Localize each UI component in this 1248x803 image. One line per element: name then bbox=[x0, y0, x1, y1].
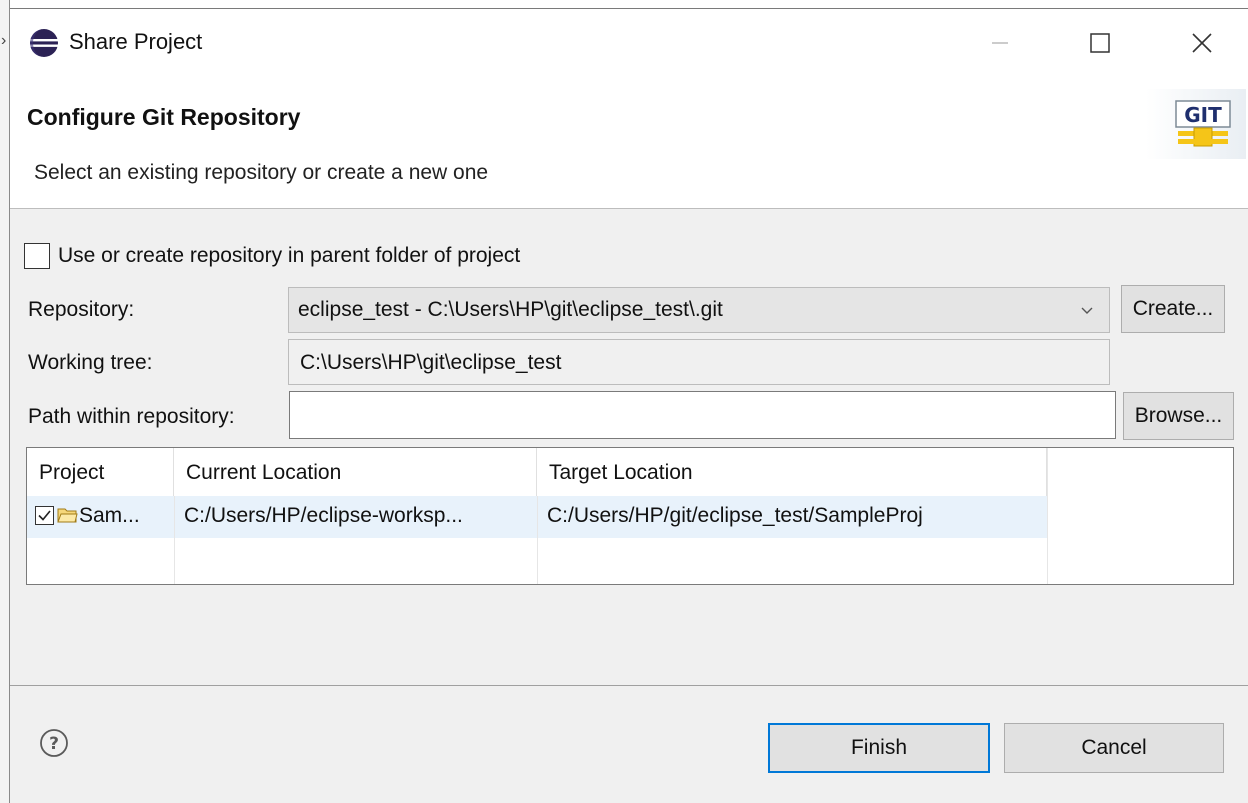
path-within-repository-label: Path within repository: bbox=[28, 405, 235, 428]
finish-button[interactable]: Finish bbox=[768, 723, 990, 773]
create-button[interactable]: Create... bbox=[1121, 285, 1225, 333]
svg-text:?: ? bbox=[49, 734, 59, 754]
folder-icon bbox=[57, 508, 78, 523]
repository-value: eclipse_test - C:\Users\HP\git\eclipse_t… bbox=[298, 298, 723, 321]
column-divider bbox=[1047, 448, 1048, 584]
close-icon bbox=[1192, 33, 1212, 53]
column-divider bbox=[537, 496, 538, 584]
working-tree-value: C:\Users\HP\git\eclipse_test bbox=[300, 351, 562, 374]
background-window-strip bbox=[0, 0, 1248, 8]
table-header: Project Current Location Target Location bbox=[27, 448, 1233, 496]
chevron-right-icon: › bbox=[1, 32, 7, 49]
help-icon[interactable]: ? bbox=[39, 728, 69, 758]
path-within-repository-input[interactable] bbox=[290, 392, 1115, 438]
path-within-repository-field[interactable] bbox=[289, 391, 1116, 439]
git-logo-text: GIT bbox=[1184, 103, 1222, 127]
cancel-button[interactable]: Cancel bbox=[1004, 723, 1224, 773]
column-header-project[interactable]: Project bbox=[27, 448, 174, 496]
maximize-button[interactable] bbox=[1070, 21, 1130, 65]
repository-combo[interactable]: eclipse_test - C:\Users\HP\git\eclipse_t… bbox=[288, 287, 1110, 333]
column-header-current-location[interactable]: Current Location bbox=[174, 448, 537, 496]
parent-folder-checkbox[interactable] bbox=[24, 243, 50, 269]
parent-folder-label: Use or create repository in parent folde… bbox=[58, 244, 521, 267]
page-description: Select an existing repository or create … bbox=[34, 161, 489, 184]
project-name: Sam... bbox=[79, 504, 140, 527]
maximize-icon bbox=[1090, 33, 1110, 53]
wizard-banner: Configure Git Repository Select an exist… bbox=[10, 75, 1248, 209]
share-project-dialog: Share Project Configure Git Repository S… bbox=[10, 8, 1248, 803]
column-header-target-location[interactable]: Target Location bbox=[537, 448, 1047, 496]
parent-folder-option[interactable]: Use or create repository in parent folde… bbox=[24, 243, 520, 269]
cell-project: Sam... bbox=[27, 496, 174, 538]
chevron-down-icon bbox=[1081, 307, 1093, 314]
working-tree-label: Working tree: bbox=[28, 351, 153, 374]
repository-label: Repository: bbox=[28, 298, 135, 321]
title-bar: Share Project bbox=[10, 9, 1248, 75]
working-tree-field[interactable]: C:\Users\HP\git\eclipse_test bbox=[288, 339, 1110, 385]
browse-button[interactable]: Browse... bbox=[1123, 392, 1234, 440]
cell-current-location: C:/Users/HP/eclipse-worksp... bbox=[184, 504, 463, 527]
column-divider bbox=[174, 496, 175, 584]
cell-target-location: C:/Users/HP/git/eclipse_test/SampleProj bbox=[547, 504, 923, 527]
close-button[interactable] bbox=[1172, 21, 1232, 65]
eclipse-icon bbox=[30, 29, 58, 57]
minimize-button[interactable] bbox=[970, 21, 1030, 65]
page-title: Configure Git Repository bbox=[27, 104, 301, 130]
projects-table[interactable]: Project Current Location Target Location… bbox=[26, 447, 1234, 585]
window-title: Share Project bbox=[69, 29, 203, 54]
checkbox-checked-icon[interactable] bbox=[35, 506, 54, 525]
minimize-icon bbox=[992, 42, 1008, 44]
footer-separator bbox=[10, 685, 1248, 686]
background-window-edge: › bbox=[0, 0, 10, 803]
git-logo-icon: GIT bbox=[1146, 89, 1246, 159]
